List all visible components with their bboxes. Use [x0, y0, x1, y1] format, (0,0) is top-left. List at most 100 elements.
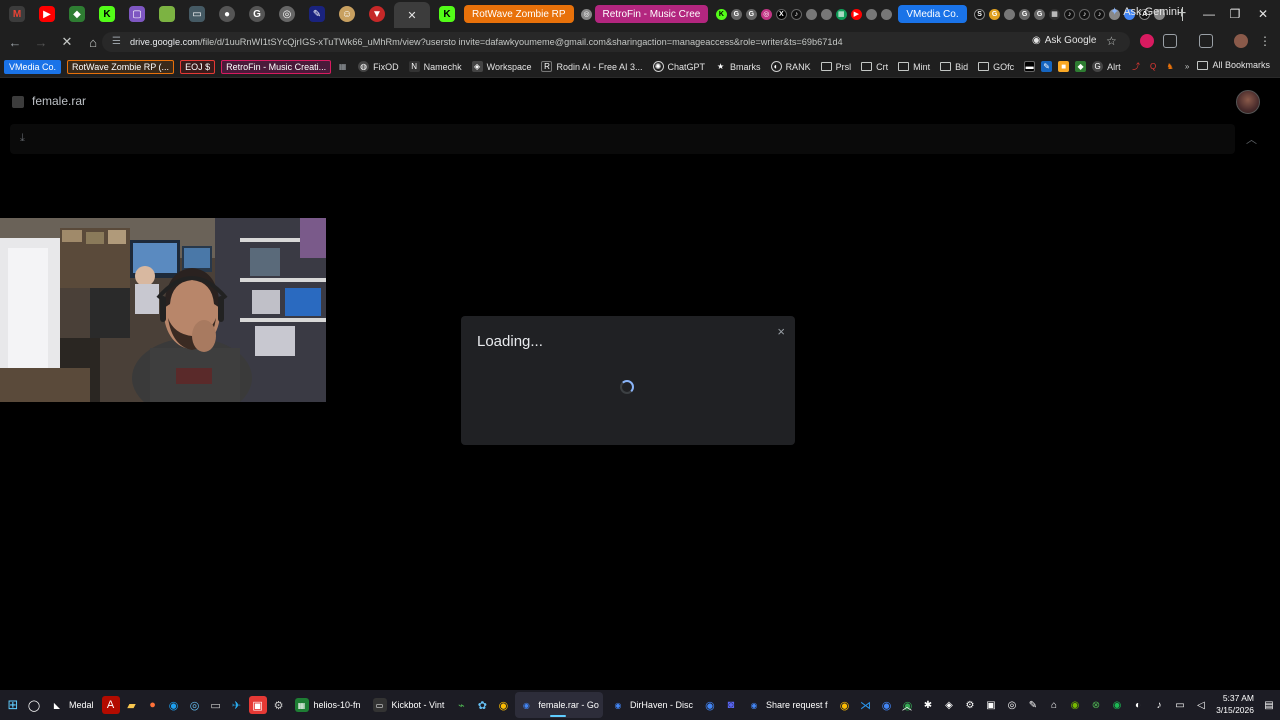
tab-x[interactable]: X [774, 3, 788, 25]
close-icon[interactable]: × [777, 324, 785, 339]
home-button[interactable]: ⌂ [82, 31, 104, 53]
pen-tray-icon[interactable]: ✎ [1026, 698, 1040, 712]
tab-current-drive[interactable]: ✕ [394, 2, 430, 28]
close-icon[interactable]: ✕ [407, 9, 416, 22]
taskbar-app-share-request[interactable]: ◉ Share request f [743, 692, 832, 718]
tab-youtube[interactable]: ▶ [34, 3, 60, 25]
tab-grey-5[interactable] [1003, 3, 1017, 25]
menu-kebab-icon[interactable]: ⋮ [1258, 34, 1272, 48]
shield-icon[interactable]: ◈ [942, 698, 956, 712]
discord-icon[interactable]: ◙ [722, 696, 740, 714]
tab-kick[interactable]: K [94, 3, 120, 25]
forward-button[interactable]: → [30, 31, 52, 53]
tab-tiktok[interactable]: ♪ [789, 3, 803, 25]
firefox-icon[interactable]: ● [144, 696, 162, 714]
bookmark-rodin[interactable]: R Rodin AI - Free AI 3... [541, 61, 643, 72]
tab-s[interactable]: S [973, 3, 987, 25]
extensions-puzzle-icon[interactable] [1163, 34, 1177, 48]
tab-google[interactable]: G [244, 3, 270, 25]
bookmark-icon-5[interactable]: ⤴ [1131, 61, 1142, 72]
tab-g3[interactable]: G [988, 3, 1002, 25]
tab-grey-1[interactable] [804, 3, 818, 25]
bookmark-folder-crt[interactable]: Crt [861, 62, 888, 72]
bookmark-workspace[interactable]: ◈ Workspace [471, 61, 531, 72]
bookmark-folder-mint[interactable]: Mint [898, 62, 930, 72]
tab-instagram[interactable]: ◎ [759, 3, 773, 25]
green-app-icon[interactable]: ⌁ [452, 696, 470, 714]
taskbar-app-helios[interactable]: ▦ helios-10-fn [291, 692, 365, 718]
chrome-icon-3[interactable]: ◉ [878, 696, 896, 714]
tab-retrofin[interactable]: RetroFin - Music Cree [594, 5, 709, 23]
close-window-button[interactable]: ✕ [1248, 0, 1278, 28]
ask-google-button[interactable]: ◉ Ask Google [1032, 35, 1096, 46]
tab-grey-4[interactable] [879, 3, 893, 25]
tab-grey-3[interactable] [864, 3, 878, 25]
spotify-icon[interactable]: ◉ [1110, 698, 1124, 712]
terminal-icon[interactable]: ▭ [207, 696, 225, 714]
tab-blue-app[interactable]: ✎ [304, 3, 330, 25]
xbox-icon[interactable]: ⊗ [1089, 698, 1103, 712]
bookmark-folder-gofc[interactable]: GOfc [978, 62, 1014, 72]
address-bar[interactable]: ☰ drive.google.com/file/d/1uuRnWI1tSYcQj… [102, 32, 1130, 52]
bookmark-chatgpt[interactable]: ✺ ChatGPT [652, 61, 705, 72]
bookmark-overflow[interactable]: » [1182, 61, 1193, 72]
tab-g1[interactable]: G [729, 3, 743, 25]
volume-icon[interactable]: ◐ [1131, 698, 1145, 712]
stop-button[interactable]: ✕ [56, 31, 78, 53]
bookmark-eoj[interactable]: EOJ $ [180, 59, 216, 74]
network-icon[interactable]: ▭ [1173, 698, 1187, 712]
tab-tiktok-4[interactable]: ♪ [1093, 3, 1107, 25]
red-app-icon[interactable]: ▣ [248, 696, 267, 714]
bookmark-namechk[interactable]: N Namechk [408, 61, 462, 72]
bookmark-icon-6[interactable]: Q [1148, 61, 1159, 72]
tab-green-app[interactable]: ◆ [64, 3, 90, 25]
chrome-icon-2[interactable]: ◉ [836, 696, 854, 714]
windows-start-icon[interactable]: ⊞ [4, 696, 22, 714]
bookmark-icon-2[interactable]: ✎ [1041, 61, 1053, 72]
tab-kick-2[interactable]: K [434, 3, 460, 25]
notification-icon[interactable]: ▤ [1262, 698, 1276, 712]
ask-gemini-button[interactable]: ✦ Ask Gemini [1110, 5, 1179, 19]
edge-icon[interactable]: ◉ [165, 696, 183, 714]
chevron-up-icon[interactable]: ︿ [1246, 131, 1257, 147]
bookmark-star-icon[interactable]: ☆ [1106, 34, 1117, 48]
chrome-icon[interactable]: ◉ [494, 696, 512, 714]
restore-button[interactable]: ❐ [1220, 0, 1250, 28]
bookmark-fixod[interactable]: ◍ FixOD [358, 61, 399, 72]
taskbar-clock[interactable]: 5:37 AM 3/15/2026 [1208, 692, 1254, 716]
tab-globe[interactable]: ◎ [274, 3, 300, 25]
taskbar-app-female-rar[interactable]: ◉ female.rar - Go [515, 692, 603, 718]
tab-purple-app[interactable]: ▢ [124, 3, 150, 25]
bookmark-vmedia[interactable]: VMedia Co. [4, 59, 62, 74]
bookmark-retrofin[interactable]: RetroFin - Music Creati... [221, 59, 332, 74]
tab-tiktok-3[interactable]: ♪ [1078, 3, 1092, 25]
bookmark-folder-bid[interactable]: Bid [940, 62, 968, 72]
tab-globe-2[interactable]: ◎ [580, 3, 594, 25]
vscode-icon[interactable]: ⋊ [857, 696, 875, 714]
tab-g5[interactable]: G [1033, 3, 1047, 25]
back-button[interactable]: ← [4, 31, 26, 53]
tab-youtube-2[interactable]: ▶ [849, 3, 863, 25]
chrome-profile-icon[interactable]: ◉ [701, 696, 719, 714]
taskbar-app-dirhaven[interactable]: ◉ DirHaven - Disc [607, 692, 697, 718]
download-icon[interactable]: ⤓ [20, 132, 25, 145]
steam-icon[interactable]: ◎ [186, 696, 204, 714]
tab-grid[interactable]: ▦ [1048, 3, 1062, 25]
tab-drive-window[interactable]: ▭ [184, 3, 210, 25]
bookmark-icon-1[interactable]: ▬ [1024, 61, 1036, 72]
tab-tiktok-2[interactable]: ♪ [1063, 3, 1077, 25]
bookmark-folder-prsl[interactable]: Prsl [820, 62, 851, 72]
tab-shield[interactable]: ▼ [364, 3, 390, 25]
tab-green-square[interactable] [154, 3, 180, 25]
bookmark-rank[interactable]: ◐ RANK [770, 61, 811, 72]
steam-icon-2[interactable]: ✿ [473, 696, 491, 714]
acrobat-icon[interactable]: A [101, 696, 120, 714]
file-explorer-icon[interactable]: ▰ [123, 696, 141, 714]
taskbar-app-medal[interactable]: ◣ Medal [46, 692, 98, 718]
bookmark-rotwave[interactable]: RotWave Zombie RP (... [67, 59, 175, 74]
bug-icon[interactable]: ✱ [921, 698, 935, 712]
bookmark-icon-7[interactable]: ♞ [1165, 61, 1176, 72]
bookmark-icon-3[interactable]: ■ [1058, 61, 1070, 72]
bookmark-alrt[interactable]: G Alrt [1092, 61, 1121, 72]
obs-icon[interactable]: ⚙ [270, 696, 288, 714]
